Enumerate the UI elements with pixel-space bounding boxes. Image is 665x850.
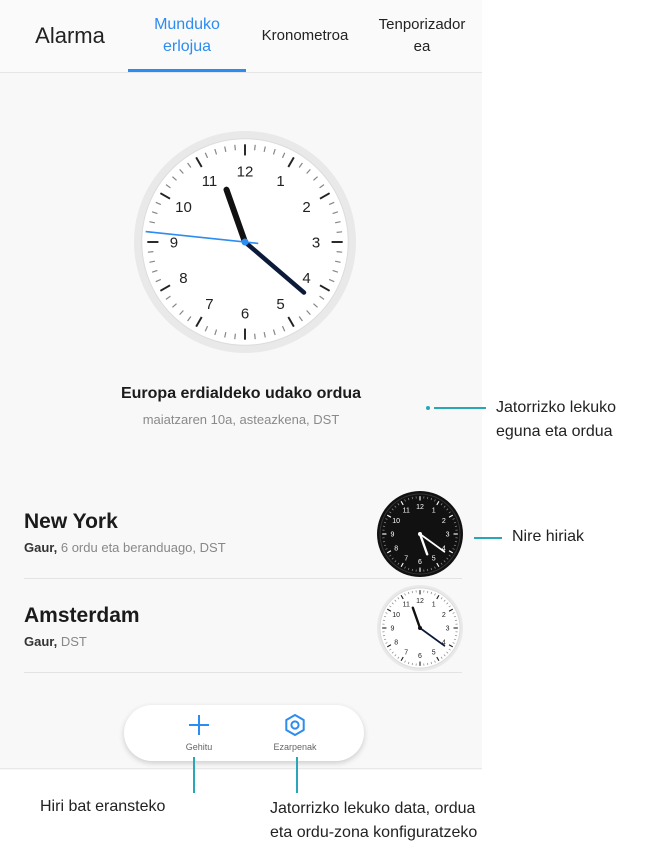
clock-tick <box>234 333 236 340</box>
tab-timer[interactable]: Tenporizador ea <box>364 0 480 72</box>
settings-label: Ezarpenak <box>273 742 317 752</box>
clock-number: 9 <box>391 626 395 633</box>
clock-tick <box>254 144 256 151</box>
clock-number: 8 <box>179 270 187 287</box>
clock-number: 2 <box>302 199 310 216</box>
city-day: Gaur, <box>24 540 58 555</box>
clock-number: 7 <box>404 555 408 562</box>
clock-number: 6 <box>418 653 422 660</box>
tab-stopwatch-label: Kronometroa <box>261 27 349 44</box>
screen-bottom-edge <box>0 768 482 769</box>
world-clock-screen: Alarma Munduko erlojua Kronometroa Tenpo… <box>0 0 482 770</box>
clock-tick <box>234 144 236 151</box>
clock-number: 11 <box>403 602 410 609</box>
gear-icon <box>285 714 305 736</box>
clock-number: 1 <box>276 173 284 190</box>
tab-alarm-label: Alarma <box>35 23 105 48</box>
tab-bar: Alarma Munduko erlojua Kronometroa Tenpo… <box>0 0 482 73</box>
city-time-offset: Gaur, DST <box>24 634 87 649</box>
clock-number: 3 <box>446 532 450 539</box>
clock-number: 6 <box>241 305 249 322</box>
tab-timer-label-line1: Tenporizador <box>378 16 466 33</box>
tab-world-clock[interactable]: Munduko erlojua <box>128 0 246 72</box>
clock-tick <box>147 251 154 253</box>
clock-number: 3 <box>312 234 320 251</box>
clock-number: 11 <box>403 508 410 515</box>
tab-stopwatch[interactable]: Kronometroa <box>248 0 362 72</box>
plus-icon <box>189 715 209 735</box>
city-row-amsterdam[interactable]: Amsterdam Gaur, DST 12 1 2 3 4 5 6 7 8 9 10 11 <box>0 580 482 676</box>
tab-world-clock-label-line2: erlojua <box>162 38 211 55</box>
callout-local-line2: eguna eta ordua <box>496 423 613 440</box>
clock-center <box>418 626 422 630</box>
tab-world-clock-label-line1: Munduko <box>154 16 220 33</box>
city-name: New York <box>24 510 118 533</box>
callout-cities-line <box>474 537 502 539</box>
clock-number: 9 <box>391 532 395 539</box>
clock-center <box>241 238 249 246</box>
list-divider <box>24 578 462 579</box>
callout-settings-line <box>296 757 298 793</box>
add-city-button[interactable]: Gehitu <box>154 705 244 761</box>
callout-cities-text: Nire hiriak <box>512 528 585 545</box>
clock-number: 12 <box>416 504 424 511</box>
clock-number: 7 <box>205 296 213 313</box>
city-row-new-york[interactable]: New York Gaur, 6 ordu eta beranduago, DS… <box>0 482 482 578</box>
tab-timer-label-line2: ea <box>413 38 431 55</box>
city-offset-text: 6 ordu eta beranduago, DST <box>57 540 226 555</box>
clock-number: 10 <box>392 612 400 619</box>
tab-alarm[interactable]: Alarma <box>18 0 122 72</box>
clock-number: 7 <box>404 649 408 656</box>
clock-center <box>418 532 422 536</box>
callout-add-text: Hiri bat eransteko <box>40 798 166 815</box>
city-offset-text: DST <box>57 634 87 649</box>
callout-local-dot <box>426 406 430 410</box>
city-name: Amsterdam <box>24 604 140 627</box>
local-date: maiatzaren 10a, asteazkena, DST <box>142 412 340 427</box>
clock-number: 5 <box>276 296 284 313</box>
clock-number: 12 <box>237 163 254 180</box>
add-city-label: Gehitu <box>185 742 213 752</box>
active-tab-indicator <box>128 69 246 72</box>
callout-local-text: Jatorrizko lekuko eguna eta ordua <box>496 396 616 444</box>
city-analog-clock: 121234567891011 <box>377 585 463 671</box>
clock-number: 5 <box>432 649 436 656</box>
clock-number: 2 <box>442 518 446 525</box>
clock-number: 10 <box>175 199 192 216</box>
city-day: Gaur, <box>24 634 58 649</box>
clock-tick <box>336 231 343 233</box>
callout-add-line <box>193 757 195 793</box>
callout-local-line1: Jatorrizko lekuko <box>496 399 617 416</box>
callout-settings-text: Jatorrizko lekuko data, ordua eta ordu-z… <box>270 797 477 845</box>
clock-number: 11 <box>202 173 218 190</box>
clock-number: 5 <box>432 555 436 562</box>
clock-number: 3 <box>446 626 450 633</box>
callout-settings-line2: eta ordu-zona konfiguratzeko <box>270 824 478 841</box>
clock-number: 12 <box>416 598 424 605</box>
clock-number: 1 <box>432 508 436 515</box>
clock-number: 1 <box>432 602 436 609</box>
callout-settings-line1: Jatorrizko lekuko data, ordua <box>270 800 476 817</box>
clock-number: 6 <box>418 559 422 566</box>
list-divider <box>24 672 462 673</box>
settings-button[interactable]: Ezarpenak <box>250 705 340 761</box>
clock-number: 9 <box>170 234 178 251</box>
clock-number: 10 <box>392 518 400 525</box>
clock-number: 2 <box>442 612 446 619</box>
local-timezone-name: Europa erdialdeko udako ordua <box>120 385 362 402</box>
bottom-action-bar: Gehitu Ezarpenak <box>124 705 364 761</box>
clock-number: 8 <box>394 545 398 552</box>
callout-local-line <box>434 407 486 409</box>
local-analog-clock: 121234567891011 <box>134 131 356 353</box>
clock-number: 8 <box>394 639 398 646</box>
city-analog-clock: 121234567891011 <box>377 491 463 577</box>
city-time-offset: Gaur, 6 ordu eta beranduago, DST <box>24 540 226 555</box>
clock-tick <box>336 251 343 253</box>
clock-number: 4 <box>302 270 310 287</box>
clock-tick <box>254 333 256 340</box>
